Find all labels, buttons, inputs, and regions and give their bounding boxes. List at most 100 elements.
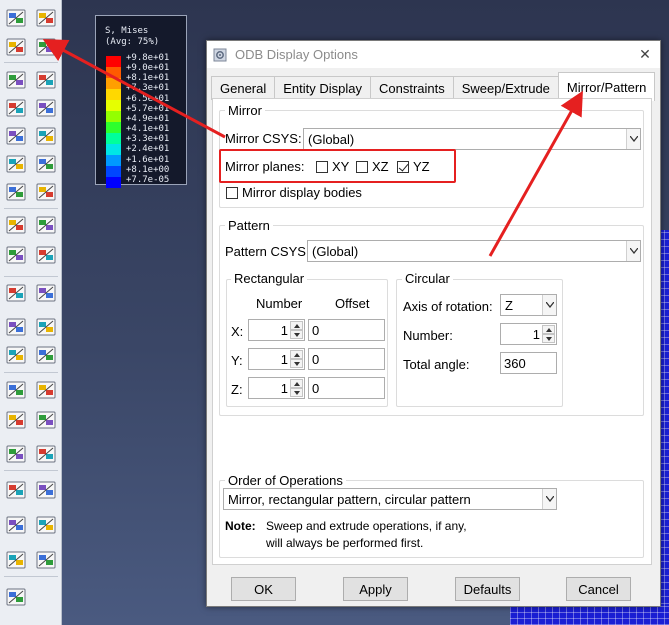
animate-scale-factor-icon[interactable] [4, 213, 28, 237]
display-group-icon[interactable] [4, 478, 28, 502]
rect-z-label: Z: [231, 382, 243, 397]
total-angle-field[interactable]: 360 [500, 352, 557, 374]
order-group-label: Order of Operations [225, 473, 346, 488]
rect-z-number-spinner[interactable]: 1 [248, 377, 305, 399]
axis-of-rotation-label: Axis of rotation: [403, 299, 493, 314]
legend-value: +8.1e+01 [126, 73, 170, 84]
axis-of-rotation-combo[interactable]: Z [500, 294, 557, 316]
numbered-elements-icon[interactable] [34, 6, 58, 30]
legend-value: +9.0e+01 [126, 63, 170, 74]
toolbar-row [4, 180, 58, 204]
toolbar-row [4, 442, 58, 466]
superimpose-options-icon[interactable] [34, 180, 58, 204]
contour-options-icon[interactable] [34, 96, 58, 120]
free-body-manager-icon[interactable] [34, 378, 58, 402]
note-title: Note: [225, 519, 256, 533]
mirror-planes-highlight [219, 149, 456, 183]
spin-down-icon[interactable] [290, 359, 303, 368]
rect-x-number-value: 1 [280, 322, 288, 338]
cancel-button[interactable]: Cancel [566, 577, 631, 601]
plot-deformed-icon[interactable] [34, 68, 58, 92]
spin-up-icon[interactable] [290, 379, 303, 388]
animate-time-history-icon[interactable] [34, 213, 58, 237]
contour-legend: S, Mises (Avg: 75%) +9.8e+01 +9.0e+01 +8.1… [95, 15, 187, 188]
spin-up-icon[interactable] [542, 325, 555, 334]
transform-icon[interactable] [4, 548, 28, 572]
legend-value: +4.9e+01 [126, 113, 170, 124]
toolbar-row [4, 315, 58, 339]
apply-button[interactable]: Apply [343, 577, 408, 601]
tube-options-icon[interactable] [34, 513, 58, 537]
orientation-options-icon[interactable] [34, 152, 58, 176]
path-plot-icon[interactable] [34, 343, 58, 367]
legend-swatch [106, 56, 121, 67]
plot-symbols-icon[interactable] [4, 124, 28, 148]
spin-up-icon[interactable] [290, 321, 303, 330]
spin-down-icon[interactable] [290, 388, 303, 397]
tab-entity-display[interactable]: Entity Display [274, 76, 371, 100]
tab-general[interactable]: General [211, 76, 276, 100]
rect-y-number-value: 1 [280, 351, 288, 367]
spin-down-icon[interactable] [290, 330, 303, 339]
toolbar-row [4, 96, 58, 120]
rect-y-number-spinner[interactable]: 1 [248, 348, 305, 370]
toolbar-row [4, 124, 58, 148]
toolbar-row [4, 35, 58, 59]
probe-values-icon[interactable] [4, 442, 28, 466]
note-line-2: will always be performed first. [266, 536, 424, 550]
layer-stack-icon[interactable] [34, 35, 58, 59]
stream-icon[interactable] [4, 408, 28, 432]
animate-harmonic-icon[interactable] [4, 243, 28, 267]
legend-values: +9.8e+01 +9.0e+01 +8.1e+01 +7.3e+01 +6.5e+01… [126, 53, 169, 185]
view-cut-icon[interactable] [4, 281, 28, 305]
spin-up-icon[interactable] [290, 350, 303, 359]
display-group-manager-icon[interactable] [34, 478, 58, 502]
rect-x-offset-field[interactable]: 0 [308, 319, 385, 341]
dialog-titlebar[interactable]: ODB Display Options ✕ [207, 41, 660, 68]
ok-button[interactable]: OK [231, 577, 296, 601]
numbered-nodes-icon[interactable] [4, 6, 28, 30]
tab-mirror-pattern[interactable]: Mirror/Pattern [557, 72, 656, 101]
tubes-icon[interactable] [4, 513, 28, 537]
mirror-pattern-icon[interactable] [4, 35, 28, 59]
defaults-button[interactable]: Defaults [455, 577, 520, 601]
spin-down-icon[interactable] [542, 334, 555, 343]
free-body-icon[interactable] [4, 378, 28, 402]
circular-group-label: Circular [402, 271, 453, 286]
plot-contours-icon[interactable] [4, 96, 28, 120]
view-cut-manager-icon[interactable] [34, 281, 58, 305]
transform-manager-icon[interactable] [34, 548, 58, 572]
circular-number-value: 1 [532, 326, 540, 342]
plot-material-orientation-icon[interactable] [4, 152, 28, 176]
rect-y-offset-field[interactable]: 0 [308, 348, 385, 370]
order-combo[interactable]: Mirror, rectangular pattern, circular pa… [223, 488, 557, 510]
edit-pen-icon[interactable] [4, 585, 28, 609]
pattern-csys-value: (Global) [312, 243, 359, 259]
circular-number-spinner[interactable]: 1 [500, 323, 557, 345]
rect-z-offset-field[interactable]: 0 [308, 377, 385, 399]
rect-x-number-spinner[interactable]: 1 [248, 319, 305, 341]
symbol-options-icon[interactable] [34, 124, 58, 148]
plot-undeformed-icon[interactable] [4, 68, 28, 92]
mirror-csys-combo[interactable]: (Global) [303, 128, 641, 150]
legend-value: +1.6e+01 [126, 154, 170, 165]
close-icon[interactable]: ✕ [630, 46, 660, 63]
tab-constraints[interactable]: Constraints [370, 76, 454, 100]
stream-manager-icon[interactable] [34, 408, 58, 432]
path-icon[interactable] [4, 343, 28, 367]
xy-data-icon[interactable] [4, 315, 28, 339]
query-manager-icon[interactable] [34, 442, 58, 466]
app-icon [213, 48, 227, 61]
animation-options-icon[interactable] [34, 243, 58, 267]
xy-data-manager-icon[interactable] [34, 315, 58, 339]
allow-multiple-plot-states-icon[interactable] [4, 180, 28, 204]
mirror-display-bodies-checkbox[interactable]: Mirror display bodies [226, 185, 362, 200]
total-angle-value: 360 [504, 355, 526, 371]
rect-col-offset: Offset [335, 296, 370, 311]
chevron-down-icon [626, 241, 640, 261]
legend-swatch [106, 166, 121, 177]
tab-sweep-extrude[interactable]: Sweep/Extrude [452, 76, 559, 100]
checkbox-display-bodies-box[interactable] [226, 186, 238, 199]
pattern-csys-combo[interactable]: (Global) [307, 240, 641, 262]
toolbar-separator [4, 372, 58, 373]
